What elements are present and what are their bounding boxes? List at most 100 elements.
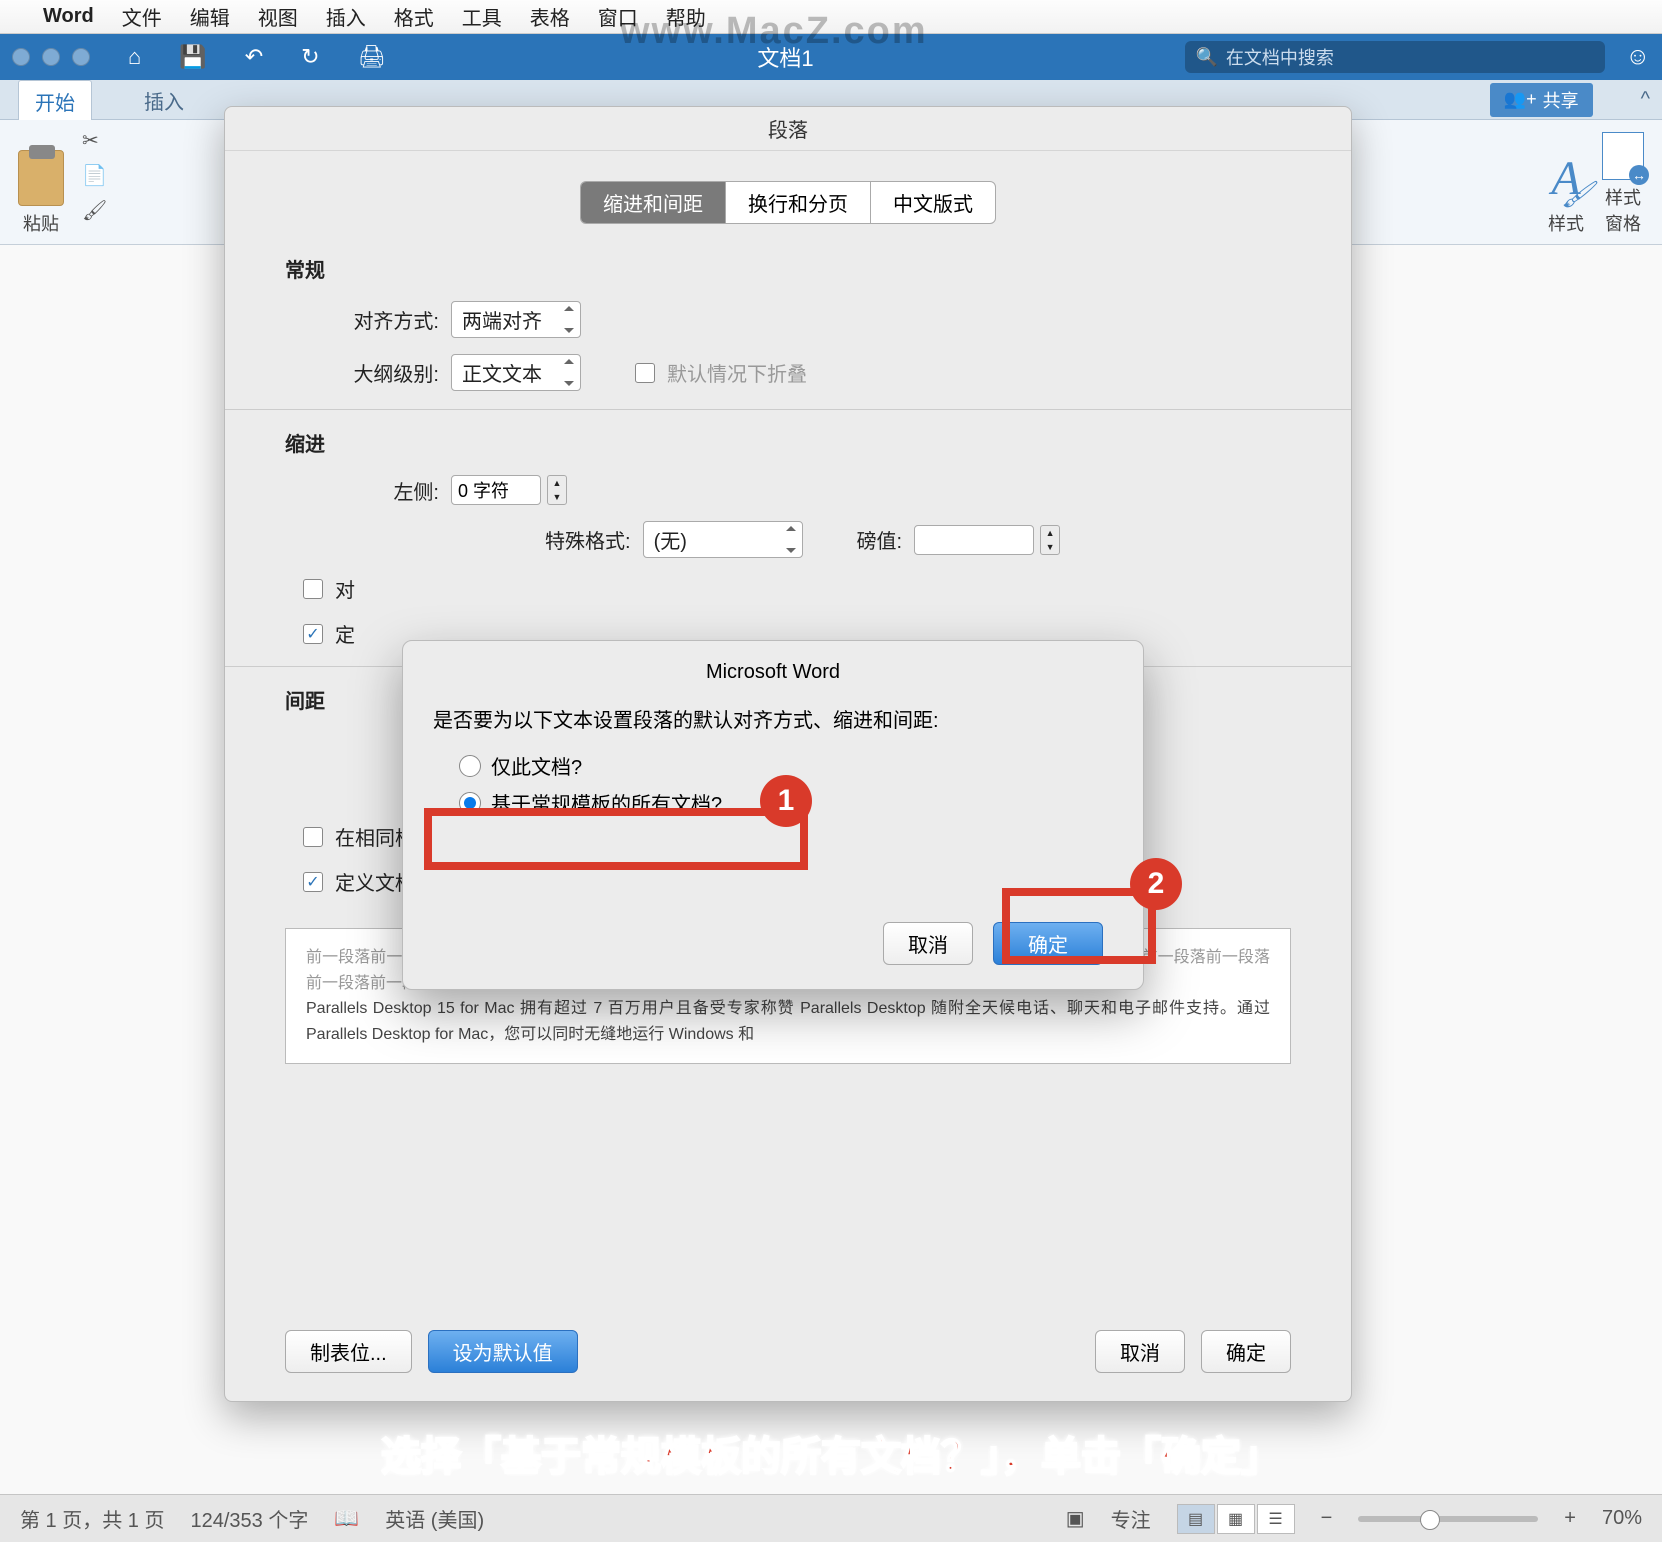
by-value-input[interactable] bbox=[914, 525, 1034, 555]
by-value-label: 磅值: bbox=[857, 525, 903, 554]
alignment-label: 对齐方式: bbox=[319, 305, 439, 334]
print-icon[interactable]: 🖨 bbox=[358, 44, 386, 70]
collapse-default-label: 默认情况下折叠 bbox=[667, 358, 807, 387]
search-icon: 🔍 bbox=[1195, 47, 1217, 68]
set-default-button[interactable]: 设为默认值 bbox=[428, 1330, 578, 1373]
tab-stops-button[interactable]: 制表位... bbox=[285, 1330, 412, 1373]
paste-label: 粘贴 bbox=[23, 210, 59, 236]
minimize-window-icon[interactable] bbox=[42, 48, 60, 66]
no-space-same-style-checkbox[interactable] bbox=[303, 827, 323, 847]
zoom-out-icon[interactable]: − bbox=[1321, 1507, 1333, 1530]
word-count[interactable]: 124/353 个字 bbox=[190, 1504, 308, 1533]
tab-asian-typography[interactable]: 中文版式 bbox=[871, 182, 995, 223]
alert-title: Microsoft Word bbox=[433, 661, 1113, 684]
format-painter-icon[interactable]: 🖌 bbox=[82, 198, 107, 223]
mirror-indent-checkbox[interactable] bbox=[303, 579, 323, 599]
close-window-icon[interactable] bbox=[12, 48, 30, 66]
document-title: 文档1 bbox=[386, 41, 1186, 73]
view-buttons: ▤ ▦ ☰ bbox=[1177, 1504, 1295, 1534]
print-layout-view-icon[interactable]: ▤ bbox=[1177, 1504, 1215, 1534]
focus-mode-icon[interactable]: ▣ bbox=[1066, 1506, 1085, 1531]
by-value-stepper[interactable]: ▲▼ bbox=[1040, 525, 1060, 555]
alert-cancel-button[interactable]: 取消 bbox=[883, 922, 973, 965]
macos-menubar: Word 文件 编辑 视图 插入 格式 工具 表格 窗口 帮助 bbox=[0, 0, 1662, 34]
zoom-slider[interactable] bbox=[1358, 1516, 1538, 1522]
option-all-docs-label: 基于常规模板的所有文档? bbox=[491, 788, 722, 817]
search-input[interactable]: 🔍 在文档中搜索 bbox=[1185, 41, 1605, 73]
preview-body-text: Parallels Desktop 15 for Mac 拥有超过 7 百万用户… bbox=[306, 996, 1270, 1047]
zoom-window-icon[interactable] bbox=[72, 48, 90, 66]
menu-format[interactable]: 格式 bbox=[394, 2, 434, 31]
menu-view[interactable]: 视图 bbox=[258, 2, 298, 31]
styles-pane-label: 样式 窗格 bbox=[1605, 184, 1641, 236]
menu-window[interactable]: 窗口 bbox=[598, 2, 638, 31]
option-all-docs-radio[interactable] bbox=[459, 792, 481, 814]
paragraph-cancel-button[interactable]: 取消 bbox=[1095, 1330, 1185, 1373]
alert-ok-button[interactable]: 确定 bbox=[993, 922, 1103, 965]
annotation-badge-2: 2 bbox=[1130, 858, 1182, 910]
indent-left-stepper[interactable]: ▲▼ bbox=[547, 475, 567, 505]
define-grid-checkbox[interactable] bbox=[303, 624, 323, 644]
menu-help[interactable]: 帮助 bbox=[666, 2, 706, 31]
dialog-title: 段落 bbox=[225, 107, 1351, 151]
menu-table[interactable]: 表格 bbox=[530, 2, 570, 31]
alignment-select[interactable]: 两端对齐 bbox=[451, 301, 581, 338]
tab-line-page-breaks[interactable]: 换行和分页 bbox=[726, 182, 871, 223]
styles-pane-icon[interactable]: ↔ bbox=[1602, 132, 1644, 180]
page-indicator[interactable]: 第 1 页，共 1 页 bbox=[20, 1504, 164, 1533]
zoom-in-icon[interactable]: + bbox=[1564, 1507, 1576, 1530]
tab-home[interactable]: 开始 bbox=[18, 80, 92, 120]
save-icon[interactable]: 💾 bbox=[179, 44, 206, 70]
cut-icon[interactable]: ✂ bbox=[82, 128, 107, 153]
window-titlebar: ⌂ 💾 ↶ ↻ 🖨 文档1 🔍 在文档中搜索 ☺ bbox=[0, 34, 1662, 80]
snap-to-grid-checkbox[interactable] bbox=[303, 872, 323, 892]
traffic-lights bbox=[12, 48, 90, 66]
instruction-caption: 选择「基于常规模板的所有文档？」，单击「确定」 bbox=[0, 1424, 1662, 1482]
tab-indent-spacing[interactable]: 缩进和间距 bbox=[581, 182, 726, 223]
outline-level-select[interactable]: 正文文本 bbox=[451, 354, 581, 391]
styles-pane-group: ↔ 样式 窗格 bbox=[1602, 128, 1644, 236]
menu-tools[interactable]: 工具 bbox=[462, 2, 502, 31]
styles-group: A🖌 样式 bbox=[1548, 128, 1584, 236]
menu-insert[interactable]: 插入 bbox=[326, 2, 366, 31]
tab-insert[interactable]: 插入 bbox=[128, 80, 200, 119]
option-this-doc-label: 仅此文档? bbox=[491, 751, 582, 780]
paragraph-ok-button[interactable]: 确定 bbox=[1201, 1330, 1291, 1373]
menu-edit[interactable]: 编辑 bbox=[190, 2, 230, 31]
general-heading: 常规 bbox=[285, 254, 1291, 283]
special-format-select[interactable]: (无) bbox=[643, 521, 803, 558]
person-plus-icon: 👥+ bbox=[1504, 89, 1537, 110]
focus-mode-label[interactable]: 专注 bbox=[1111, 1504, 1151, 1533]
clipboard-icon[interactable] bbox=[18, 150, 64, 206]
app-name[interactable]: Word bbox=[43, 5, 94, 28]
copy-icon[interactable]: 📄 bbox=[82, 163, 107, 188]
zoom-percent[interactable]: 70% bbox=[1602, 1507, 1642, 1530]
dialog-tab-bar: 缩进和间距 换行和分页 中文版式 bbox=[225, 181, 1351, 224]
chevron-up-icon[interactable]: ^ bbox=[1641, 88, 1650, 111]
home-icon[interactable]: ⌂ bbox=[128, 44, 141, 70]
mirror-indent-label: 对 bbox=[335, 574, 355, 603]
special-format-label: 特殊格式: bbox=[545, 525, 631, 554]
quick-access-toolbar: ⌂ 💾 ↶ ↻ 🖨 bbox=[128, 44, 386, 70]
share-button[interactable]: 👥+共享 bbox=[1490, 83, 1593, 117]
user-icon[interactable]: ☺ bbox=[1625, 43, 1650, 71]
clipboard-small-icons: ✂ 📄 🖌 bbox=[82, 128, 107, 236]
undo-icon[interactable]: ↶ bbox=[245, 44, 263, 70]
search-placeholder: 在文档中搜索 bbox=[1226, 44, 1334, 70]
styles-label: 样式 bbox=[1548, 210, 1584, 236]
language-indicator[interactable]: 英语 (美国) bbox=[385, 1504, 484, 1533]
paste-group: 粘贴 bbox=[18, 128, 64, 236]
outline-view-icon[interactable]: ☰ bbox=[1257, 1504, 1295, 1534]
indent-left-label: 左侧: bbox=[319, 476, 439, 505]
alert-message: 是否要为以下文本设置段落的默认对齐方式、缩进和间距: bbox=[433, 704, 1113, 733]
indent-left-input[interactable] bbox=[451, 475, 541, 505]
web-layout-view-icon[interactable]: ▦ bbox=[1217, 1504, 1255, 1534]
indent-heading: 缩进 bbox=[285, 428, 1291, 457]
spellcheck-icon[interactable]: 📖 bbox=[334, 1506, 359, 1531]
styles-icon[interactable]: A🖌 bbox=[1551, 151, 1580, 206]
redo-icon[interactable]: ↻ bbox=[301, 44, 319, 70]
option-this-doc-radio[interactable] bbox=[459, 755, 481, 777]
collapse-default-checkbox[interactable] bbox=[635, 363, 655, 383]
annotation-badge-1: 1 bbox=[760, 775, 812, 827]
menu-file[interactable]: 文件 bbox=[122, 2, 162, 31]
